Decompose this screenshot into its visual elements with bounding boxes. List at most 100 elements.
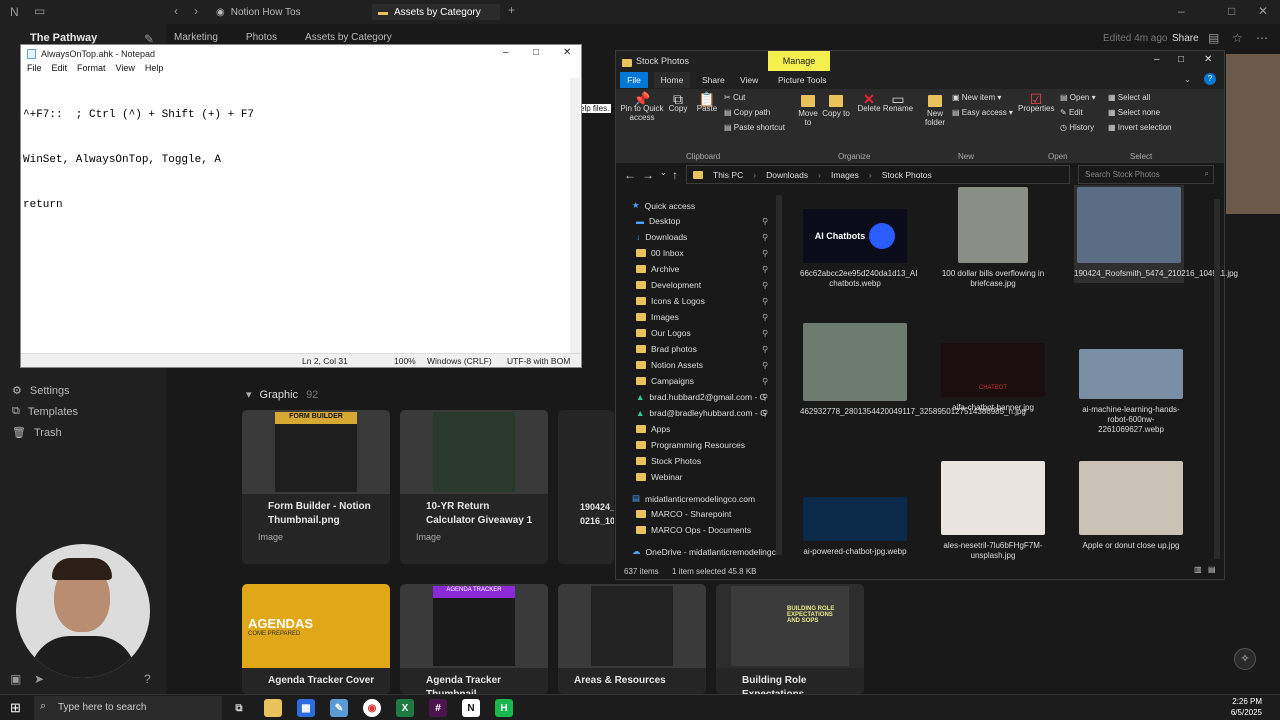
star-icon[interactable]: ☆ — [1232, 31, 1243, 45]
ribbon-tab-home[interactable]: Home — [654, 72, 690, 88]
notepad-icon[interactable]: ✎ — [330, 699, 348, 717]
calculator-icon[interactable]: ▦ — [297, 699, 315, 717]
file-tile[interactable]: ai-machine-learning-hands-robot-600nw-22… — [1076, 349, 1186, 435]
more-icon[interactable]: ⋯ — [1256, 31, 1268, 45]
history-button[interactable]: ◷ History — [1060, 123, 1094, 132]
file-scrollbar[interactable] — [1214, 199, 1220, 559]
forward-arrow-icon[interactable]: › — [194, 4, 198, 18]
minimize-icon[interactable]: – — [503, 47, 509, 58]
file-tile[interactable]: ales-nesetril-7lu6bFHgF7M-unsplash.jpg — [938, 461, 1048, 561]
gallery-card[interactable]: Areas & Resources — [558, 584, 706, 694]
minimize-icon[interactable]: – — [1154, 54, 1160, 65]
nav-item[interactable]: Images ⚲ — [636, 312, 768, 322]
path-segment[interactable]: Downloads — [766, 170, 808, 180]
notion-icon[interactable]: N — [462, 699, 480, 717]
new-tab-icon[interactable]: + — [508, 3, 515, 17]
gallery-card[interactable]: 10-YR Return Calculator Giveaway 1 Image — [400, 410, 548, 564]
nav-item[interactable]: Icons & Logos ⚲ — [636, 296, 768, 306]
vertical-scrollbar[interactable] — [570, 78, 580, 353]
delete-button[interactable]: ✕ Delete — [856, 92, 882, 113]
gallery-card[interactable]: AGENDA TRACKER Agenda Tracker Thumbnail — [400, 584, 548, 694]
select-none-button[interactable]: ▦ Select none — [1108, 108, 1160, 117]
manage-tab[interactable]: Manage — [768, 51, 830, 71]
cut-button[interactable]: ✂ Cut — [724, 93, 745, 102]
menu-edit[interactable]: Edit — [52, 63, 68, 77]
new-folder-button[interactable]: New folder — [922, 95, 948, 127]
nav-item[interactable]: Archive ⚲ — [636, 264, 768, 274]
close-icon[interactable]: ✕ — [1204, 54, 1212, 65]
maximize-icon[interactable]: □ — [1178, 54, 1184, 65]
clock-time[interactable]: 2:26 PM — [1228, 697, 1262, 706]
nav-item[interactable]: Notion Assets ⚲ — [636, 360, 768, 370]
breadcrumb-marketing[interactable]: Marketing — [174, 32, 218, 43]
path-segment[interactable]: Stock Photos — [882, 170, 932, 180]
ai-assistant-icon[interactable]: ✧ — [1234, 648, 1256, 670]
edit-button[interactable]: ✎ Edit — [1060, 108, 1083, 117]
paste-shortcut-button[interactable]: ▤ Paste shortcut — [724, 123, 785, 132]
ribbon-tab-view[interactable]: View — [740, 75, 758, 85]
nav-scrollbar[interactable] — [776, 195, 782, 555]
forward-arrow-icon[interactable]: → — [642, 168, 654, 182]
comment-icon[interactable]: ▤ — [1208, 31, 1219, 45]
file-explorer-icon[interactable] — [264, 699, 282, 717]
tiles-view-icon[interactable]: ▤ — [1208, 565, 1216, 574]
sidebar-toggle-icon[interactable]: ▭ — [34, 4, 45, 18]
inbox-icon[interactable]: ▣ — [10, 672, 21, 686]
nav-item[interactable]: Apps — [636, 424, 670, 434]
maximize-icon[interactable]: □ — [533, 47, 539, 58]
hubspot-icon[interactable]: H — [495, 699, 513, 717]
help-icon[interactable]: ? — [144, 672, 151, 686]
file-tile[interactable]: AI Chatbots 66c62abcc2ee95d240da1d13_AI … — [800, 209, 917, 289]
invert-selection-button[interactable]: ▦ Invert selection — [1108, 123, 1172, 132]
nav-item[interactable]: ★ Quick access — [632, 200, 695, 211]
back-arrow-icon[interactable]: ← — [624, 168, 636, 182]
nav-item[interactable]: Brad photos ⚲ — [636, 344, 768, 354]
nav-item[interactable]: Webinar — [636, 472, 683, 482]
copy-to-button[interactable]: Copy to — [822, 95, 850, 118]
nav-item[interactable]: ☁ OneDrive - midatlanticremodelingc — [632, 546, 776, 557]
help-icon[interactable]: ? — [1204, 73, 1216, 85]
nav-item[interactable]: ↓ Downloads ⚲ — [636, 232, 768, 243]
task-view-icon[interactable]: ⧉ — [230, 699, 248, 717]
tab-notion-how-tos[interactable]: ◉ Notion How Tos — [216, 4, 301, 20]
pin-quick-access-button[interactable]: 📌 Pin to Quick access — [620, 92, 664, 122]
excel-icon[interactable]: X — [396, 699, 414, 717]
nav-item[interactable]: ▬ Desktop ⚲ — [636, 216, 768, 227]
gallery-card[interactable]: 190424_ 0216_10 — [558, 410, 614, 564]
easy-access-button[interactable]: ▤ Easy access ▾ — [952, 108, 1013, 117]
file-tile[interactable]: ai-powered-chatbot-jpg.webp — [800, 497, 910, 557]
close-icon[interactable]: ✕ — [1258, 4, 1268, 18]
copy-path-button[interactable]: ▤ Copy path — [724, 108, 770, 117]
search-input[interactable]: Search Stock Photos ⌕ — [1078, 165, 1214, 184]
properties-button[interactable]: ☑ Properties — [1018, 92, 1054, 113]
gallery-card[interactable]: FORM BUILDER Form Builder - Notion Thumb… — [242, 410, 390, 564]
file-tile[interactable]: 462932778_2801354420049117_3258950127514… — [800, 323, 1026, 417]
taskbar-search-input[interactable]: ⌕ Type here to search — [34, 696, 222, 720]
path-segment[interactable]: Images — [831, 170, 859, 180]
sidebar-item-trash[interactable]: 🗑 Trash — [12, 426, 62, 440]
group-header[interactable]: ▾ Graphic 92 — [246, 388, 318, 402]
path-segment[interactable]: This PC — [713, 170, 743, 180]
nav-item[interactable]: Campaigns ⚲ — [636, 376, 768, 386]
nav-item[interactable]: 00 Inbox ⚲ — [636, 248, 768, 258]
notepad-editor[interactable]: ^+F7:: ; Ctrl (^) + Shift (+) + F7 WinSe… — [23, 78, 569, 353]
sidebar-item-settings[interactable]: ⚙ Settings — [12, 384, 70, 398]
nav-item[interactable]: Programming Resources — [636, 440, 745, 450]
menu-format[interactable]: Format — [77, 63, 106, 77]
nav-item[interactable]: MARCO - Sharepoint — [636, 509, 731, 519]
tab-assets-by-category[interactable]: ▬ Assets by Category — [372, 4, 500, 20]
nav-item[interactable]: Our Logos ⚲ — [636, 328, 768, 338]
paste-button[interactable]: 📋 Paste — [694, 92, 720, 113]
up-arrow-icon[interactable]: ↑ — [672, 168, 678, 182]
gallery-card[interactable]: BUILDING ROLE EXPECTATIONS AND SOPS Buil… — [716, 584, 864, 694]
close-icon[interactable]: ✕ — [563, 47, 571, 58]
breadcrumb-assets[interactable]: Assets by Category — [305, 32, 392, 43]
nav-item[interactable]: Development ⚲ — [636, 280, 768, 290]
move-to-button[interactable]: Move to — [794, 95, 822, 127]
file-tile[interactable]: Apple or donut close up.jpg — [1076, 461, 1186, 551]
gallery-card[interactable]: AGENDAS COME PREPARED Agenda Tracker Cov… — [242, 584, 390, 694]
nav-item[interactable]: ▲ brad@bradleyhubbard.com - G ⚲ — [636, 408, 768, 419]
chevron-down-icon[interactable]: ⌄ — [1184, 74, 1191, 85]
nav-item[interactable]: ▤ midatlanticremodelingco.com — [632, 493, 755, 504]
file-tile[interactable]: 100 dollar bills overflowing in briefcas… — [938, 187, 1048, 289]
